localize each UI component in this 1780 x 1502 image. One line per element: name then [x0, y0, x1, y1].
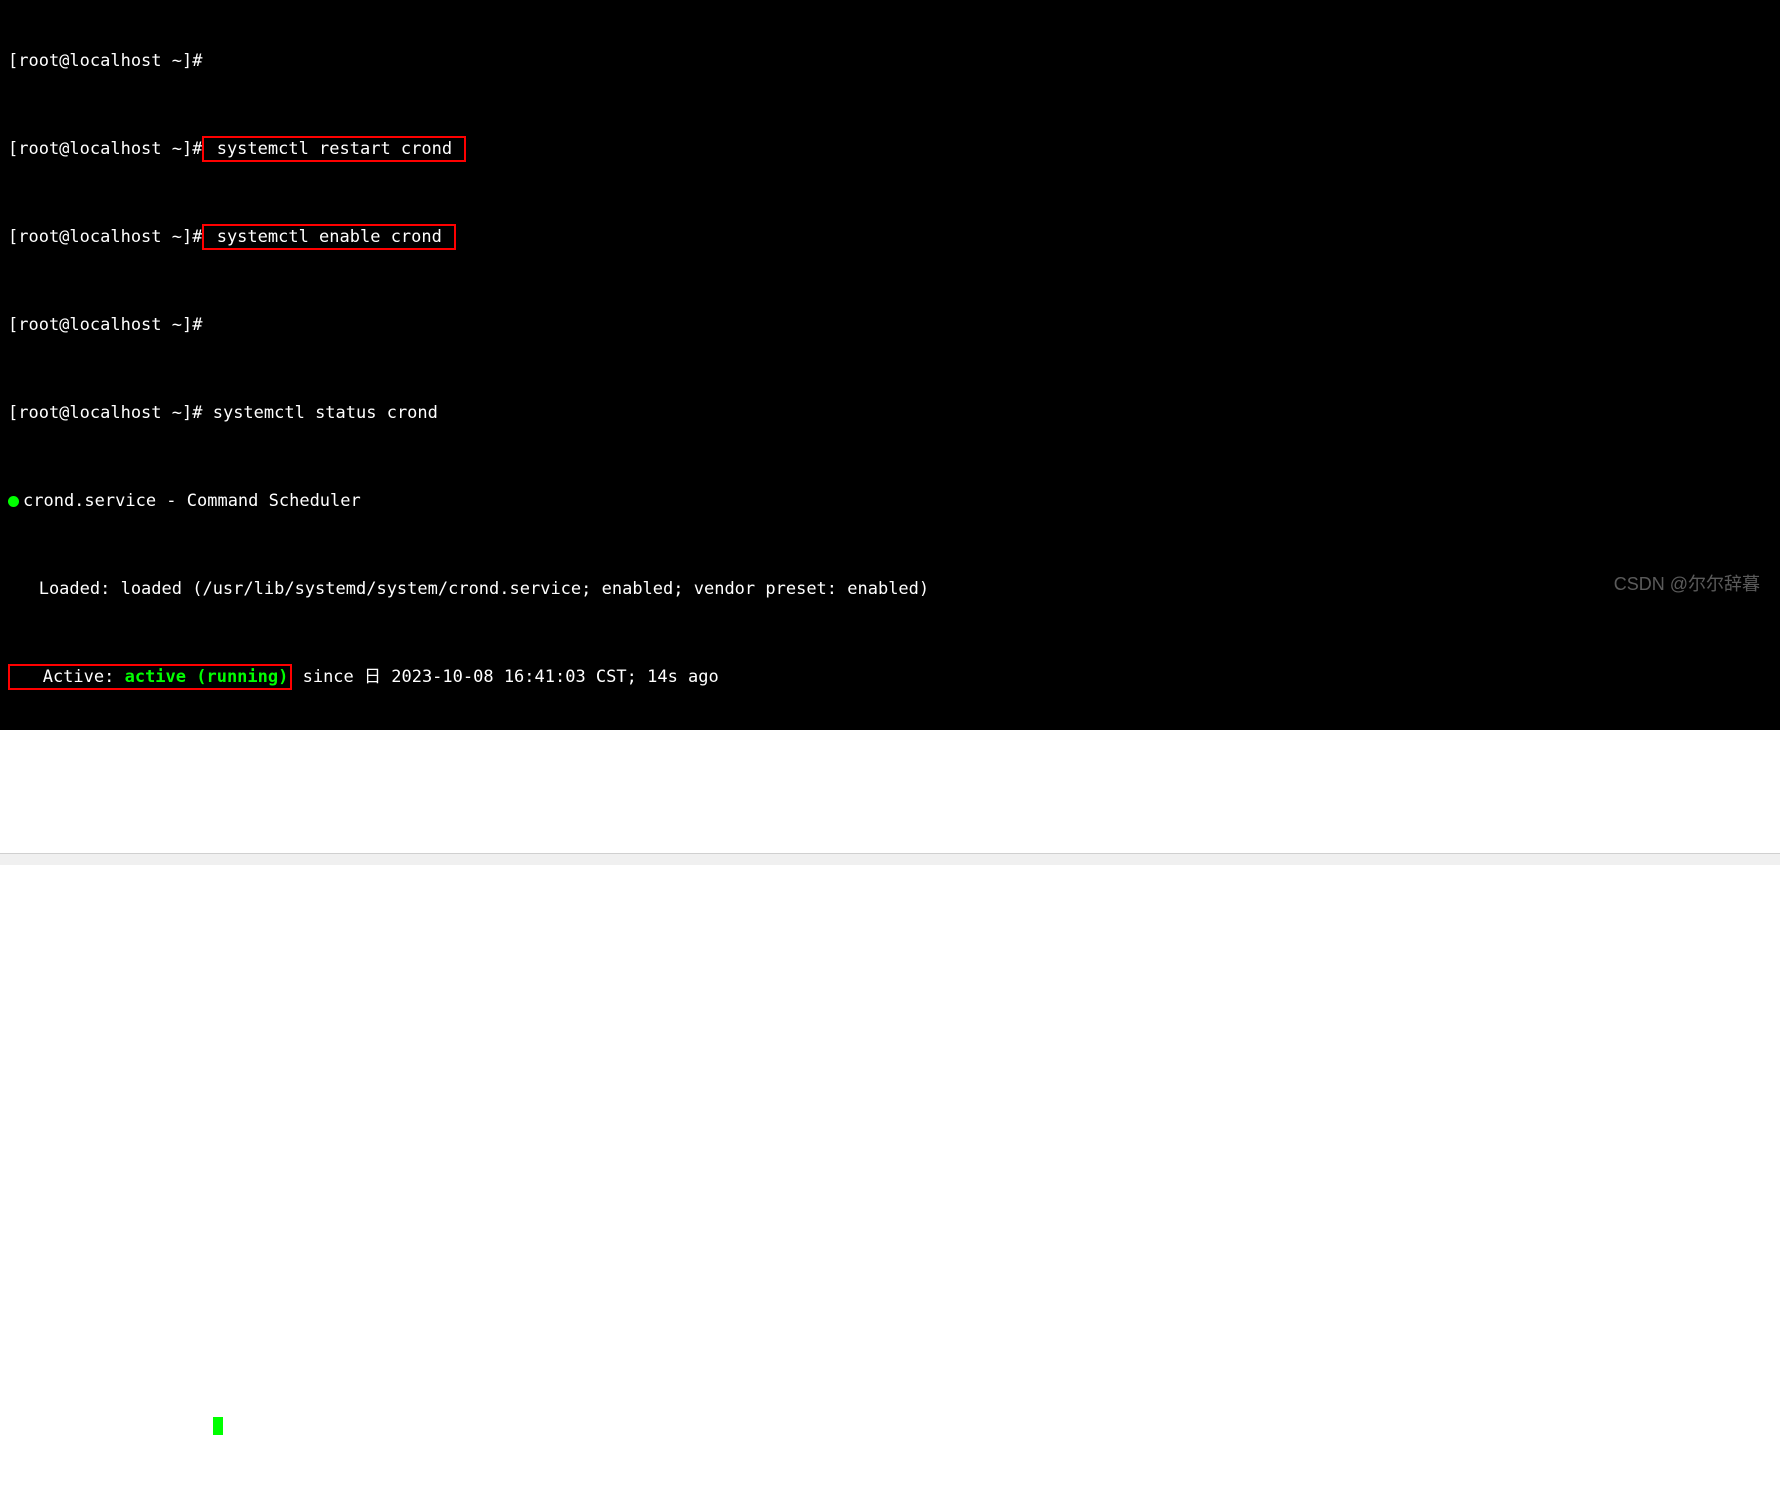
highlight-restart-cmd: systemctl restart crond	[202, 136, 466, 162]
highlight-active-box: Active: active (running)	[8, 664, 292, 690]
shell-prompt: [root@localhost ~]#	[8, 403, 202, 423]
active-dot-icon	[8, 496, 19, 507]
active-value: active (running)	[125, 667, 289, 687]
shell-prompt: [root@localhost ~]#	[8, 1415, 202, 1435]
terminal-window[interactable]: [root@localhost ~]# [root@localhost ~]# …	[0, 0, 1780, 730]
log-line: 10月 08 16:41:03 localhost.localdomain sy…	[8, 1062, 1772, 1084]
status-active-line: Active: active (running) since 日 2023-10…	[8, 666, 1772, 688]
log-line: 10月 08 16:41:03 localhost.localdomain sy…	[8, 1128, 1772, 1150]
os-taskbar[interactable]	[0, 853, 1780, 865]
prompt-line-enable: [root@localhost ~]# systemctl enable cro…	[8, 226, 1772, 248]
shell-prompt: [root@localhost ~]#	[8, 227, 202, 247]
shell-prompt: [root@localhost ~]#	[8, 315, 202, 335]
prompt-line-status: [root@localhost ~]# systemctl status cro…	[8, 402, 1772, 424]
status-command: systemctl status crond	[213, 403, 438, 423]
status-unit-line: crond.service - Command Scheduler	[8, 490, 1772, 512]
log-line: 10月 08 16:41:03 localhost.localdomain cr…	[8, 1326, 1772, 1348]
cursor-icon	[213, 1417, 223, 1435]
active-since: since 日 2023-10-08 16:41:03 CST; 14s ago	[292, 667, 718, 687]
status-cgroup-line: CGroup: /system.slice/crond.service	[8, 820, 1772, 842]
shell-prompt: [root@localhost ~]#	[8, 51, 202, 71]
shell-prompt: [root@localhost ~]#	[8, 139, 202, 159]
unit-description: crond.service - Command Scheduler	[23, 491, 361, 511]
status-mainpid-line: Main PID: 90950 (crond)	[8, 754, 1772, 776]
blank-line	[8, 974, 1772, 996]
prompt-line: [root@localhost ~]#	[8, 314, 1772, 336]
prompt-line-restart: [root@localhost ~]# systemctl restart cr…	[8, 138, 1772, 160]
log-line: 10月 08 16:41:03 localhost.localdomain cr…	[8, 1260, 1772, 1282]
prompt-line: [root@localhost ~]#	[8, 50, 1772, 72]
status-cgroup-child-line: └─90950 /usr/sbin/crond -n	[8, 886, 1772, 908]
log-line: 10月 08 16:41:03 localhost.localdomain cr…	[8, 1194, 1772, 1216]
prompt-line-cursor[interactable]: [root@localhost ~]#	[8, 1414, 1772, 1436]
status-loaded-line: Loaded: loaded (/usr/lib/systemd/system/…	[8, 578, 1772, 600]
active-label: Active:	[12, 667, 125, 687]
highlight-enable-cmd: systemctl enable crond	[202, 224, 456, 250]
